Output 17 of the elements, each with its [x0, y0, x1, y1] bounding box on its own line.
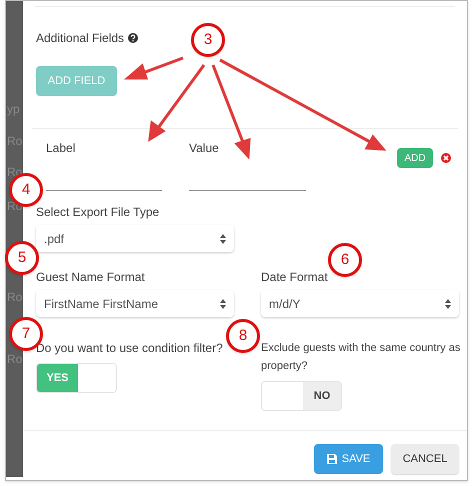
label-field-label: Label [46, 140, 76, 157]
sort-arrows-icon [445, 298, 451, 308]
section-title: Additional Fields [36, 30, 124, 47]
field-label: Date Format [261, 269, 329, 286]
question-label: Exclude guests with the same country as property? [261, 341, 461, 374]
name-format-select[interactable]: FirstName FirstName [36, 290, 234, 317]
date-format-select[interactable]: m/d/Y [261, 290, 459, 317]
yes-no-toggle[interactable]: NO [261, 381, 342, 411]
remove-icon[interactable] [441, 153, 451, 163]
value-field-label: Value [189, 140, 220, 157]
sort-arrows-icon [220, 234, 226, 244]
cancel-button[interactable]: CANCEL [391, 444, 459, 474]
sort-arrows-icon [220, 298, 226, 308]
file-type-select[interactable]: .pdf [36, 225, 234, 252]
help-icon [128, 33, 138, 43]
field-label: Select Export File Type [36, 204, 160, 221]
field-label: Guest Name Format [36, 269, 146, 286]
